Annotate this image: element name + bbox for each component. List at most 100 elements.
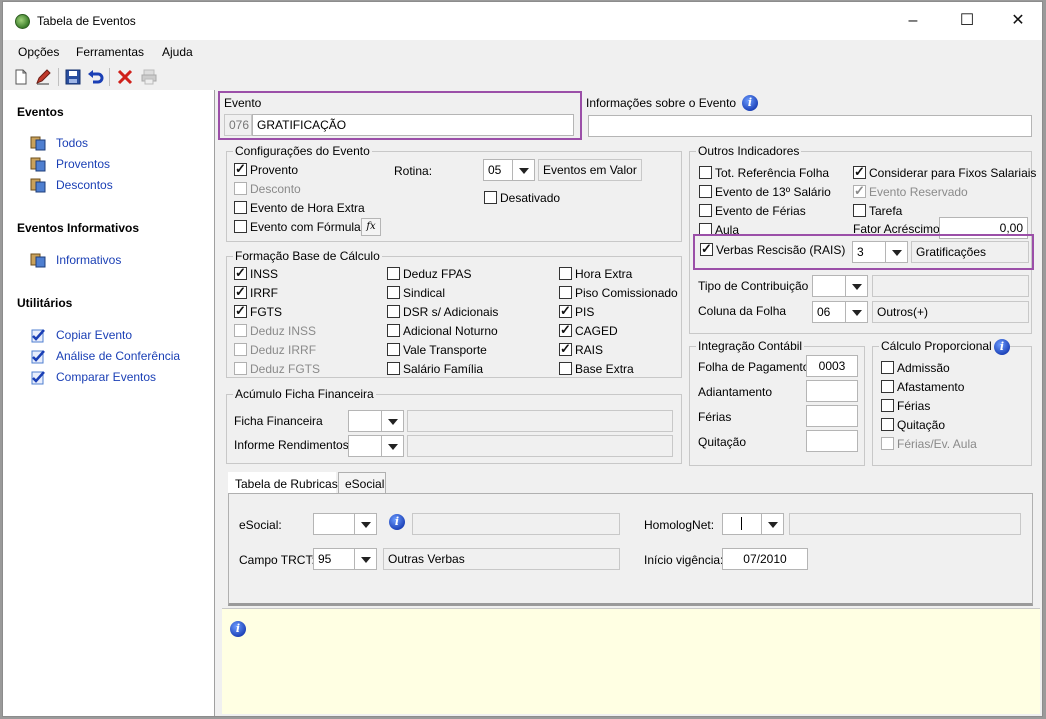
salario-familia-checkbox[interactable]: [387, 362, 400, 375]
vale-transporte-checkbox[interactable]: [387, 343, 400, 356]
informe-field[interactable]: [348, 435, 382, 457]
verbas-dropdown[interactable]: [886, 241, 908, 263]
caged-checkbox[interactable]: [559, 322, 572, 338]
ferias-prop-checkbox[interactable]: [881, 399, 894, 412]
ficha-dropdown[interactable]: [382, 410, 404, 432]
adiantamento-label: Adiantamento: [698, 385, 773, 399]
dsr-checkbox[interactable]: [387, 305, 400, 318]
pis-checkbox[interactable]: [559, 303, 572, 319]
maximize-button[interactable]: ☐: [955, 10, 979, 32]
evento-name-field[interactable]: GRATIFICAÇÃO: [252, 114, 574, 136]
info-evento-field[interactable]: [588, 115, 1032, 137]
events-list-icon: [30, 178, 46, 193]
ferias-prop-label: Férias: [897, 399, 931, 413]
menu-ferramentas[interactable]: Ferramentas: [76, 45, 144, 59]
rais-label: RAIS: [575, 343, 604, 357]
ferias-aula-checkbox[interactable]: [881, 437, 894, 450]
campo-trct-dropdown[interactable]: [355, 548, 377, 570]
rotina-dropdown[interactable]: [513, 159, 535, 181]
close-window-button[interactable]: ✕: [1006, 10, 1030, 32]
sidebar-item-comparar-eventos[interactable]: Comparar Eventos: [56, 370, 156, 384]
deduz-fpas-checkbox[interactable]: [387, 267, 400, 280]
tipo-contrib-dropdown[interactable]: [846, 275, 868, 297]
ferias-checkbox[interactable]: [699, 204, 712, 217]
new-document-icon[interactable]: [12, 68, 30, 86]
deduz-fgts-checkbox[interactable]: [234, 362, 247, 375]
afastamento-checkbox[interactable]: [881, 380, 894, 393]
sidebar-item-analise-conferencia[interactable]: Análise de Conferência: [56, 349, 180, 363]
menu-ajuda[interactable]: Ajuda: [162, 45, 193, 59]
admissao-checkbox[interactable]: [881, 361, 894, 374]
info-icon[interactable]: i: [742, 95, 758, 111]
considerar-checkbox[interactable]: [853, 164, 866, 180]
sindical-checkbox[interactable]: [387, 286, 400, 299]
verbas-field[interactable]: 3: [852, 241, 886, 263]
desativado-checkbox[interactable]: [484, 191, 497, 204]
edit-pencil-icon[interactable]: [34, 68, 52, 86]
ev13-checkbox[interactable]: [699, 185, 712, 198]
deduz-irrf-checkbox[interactable]: [234, 343, 247, 356]
tab-esocial[interactable]: eSocial: [338, 472, 386, 494]
tab-tabela-rubricas[interactable]: Tabela de Rubricas: [228, 472, 338, 494]
sidebar-item-informativos[interactable]: Informativos: [56, 253, 121, 267]
esocial-dropdown[interactable]: [355, 513, 377, 535]
desconto-checkbox[interactable]: [234, 182, 247, 195]
coluna-field[interactable]: 06: [812, 301, 846, 323]
menu-opcoes[interactable]: Opções: [18, 45, 59, 59]
undo-icon[interactable]: [86, 68, 104, 86]
base-extra-checkbox[interactable]: [559, 362, 572, 375]
hora-extra-checkbox[interactable]: [234, 201, 247, 214]
coluna-dropdown[interactable]: [846, 301, 868, 323]
hora-extra-label: Evento de Hora Extra: [250, 201, 365, 215]
notes-panel: i: [222, 608, 1040, 714]
ferias-contabil-field[interactable]: [806, 405, 858, 427]
adicional-noturno-checkbox[interactable]: [387, 324, 400, 337]
provento-checkbox[interactable]: [234, 161, 247, 177]
delete-icon[interactable]: [116, 68, 134, 86]
folha-field[interactable]: 0003: [806, 355, 858, 377]
quitacao-contabil-field[interactable]: [806, 430, 858, 452]
piso-comissionado-checkbox[interactable]: [559, 286, 572, 299]
tot-ref-checkbox[interactable]: [699, 166, 712, 179]
events-list-icon: [30, 157, 46, 172]
sidebar: Eventos Todos Proventos Descontos Evento…: [3, 90, 215, 716]
sidebar-section-eventos: Eventos: [17, 105, 64, 119]
campo-trct-field[interactable]: 95: [313, 548, 355, 570]
hora-extra-base-checkbox[interactable]: [559, 267, 572, 280]
minimize-button[interactable]: –: [901, 10, 925, 32]
formula-checkbox[interactable]: [234, 220, 247, 233]
integracao-legend: Integração Contábil: [698, 339, 803, 353]
rais-checkbox[interactable]: [559, 341, 572, 357]
ficha-field[interactable]: [348, 410, 382, 432]
inicio-vigencia-field[interactable]: 07/2010: [722, 548, 808, 570]
formula-fx-button[interactable]: fx: [361, 218, 381, 236]
deduz-inss-checkbox[interactable]: [234, 324, 247, 337]
esocial-field[interactable]: [313, 513, 355, 535]
info-icon[interactable]: i: [389, 514, 405, 530]
informe-dropdown[interactable]: [382, 435, 404, 457]
info-icon[interactable]: i: [230, 621, 246, 637]
tarefa-checkbox[interactable]: [853, 204, 866, 217]
irrf-checkbox[interactable]: [234, 284, 247, 300]
info-icon[interactable]: i: [994, 339, 1010, 355]
sidebar-item-todos[interactable]: Todos: [56, 136, 88, 150]
tipo-contrib-field[interactable]: [812, 275, 846, 297]
fgts-checkbox[interactable]: [234, 303, 247, 319]
sidebar-item-copiar-evento[interactable]: Copiar Evento: [56, 328, 132, 342]
admissao-label: Admissão: [897, 361, 950, 375]
print-icon[interactable]: [140, 68, 158, 86]
reservado-checkbox[interactable]: [853, 183, 866, 199]
verbas-checkbox[interactable]: [700, 241, 713, 257]
rotina-field[interactable]: 05: [483, 159, 513, 181]
esocial-label: eSocial:: [239, 518, 282, 532]
sidebar-item-descontos[interactable]: Descontos: [56, 178, 113, 192]
menu-bar: Opções Ferramentas Ajuda: [3, 40, 1042, 64]
inss-checkbox[interactable]: [234, 265, 247, 281]
save-icon[interactable]: [64, 68, 82, 86]
homolog-dropdown[interactable]: [762, 513, 784, 535]
adiantamento-field[interactable]: [806, 380, 858, 402]
quitacao-prop-checkbox[interactable]: [881, 418, 894, 431]
sidebar-item-proventos[interactable]: Proventos: [56, 157, 110, 171]
homolog-field[interactable]: [722, 513, 762, 535]
pis-label: PIS: [575, 305, 595, 319]
